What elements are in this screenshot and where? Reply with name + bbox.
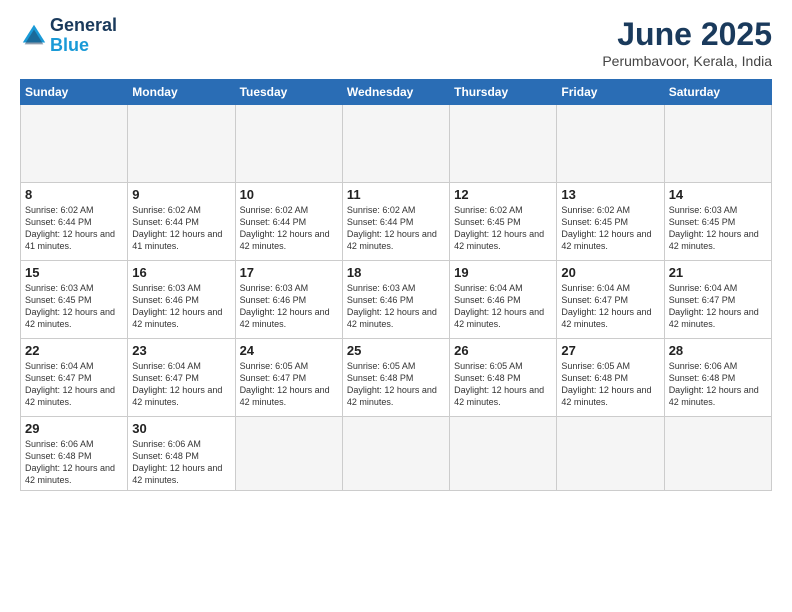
day-number: 9 xyxy=(132,187,230,202)
col-sunday: Sunday xyxy=(21,80,128,105)
day-number: 16 xyxy=(132,265,230,280)
table-row: 30 Sunrise: 6:06 AMSunset: 6:48 PMDayligh… xyxy=(128,417,235,491)
day-number: 24 xyxy=(240,343,338,358)
col-thursday: Thursday xyxy=(450,80,557,105)
col-saturday: Saturday xyxy=(664,80,771,105)
day-info: Sunrise: 6:02 AMSunset: 6:44 PMDaylight:… xyxy=(25,204,123,253)
table-row: 20 Sunrise: 6:04 AMSunset: 6:47 PMDayligh… xyxy=(557,261,664,339)
day-info: Sunrise: 6:04 AMSunset: 6:47 PMDaylight:… xyxy=(25,360,123,409)
day-number: 13 xyxy=(561,187,659,202)
table-row: 25 Sunrise: 6:05 AMSunset: 6:48 PMDayligh… xyxy=(342,339,449,417)
table-row: 29 Sunrise: 6:06 AMSunset: 6:48 PMDayligh… xyxy=(21,417,128,491)
table-row: 24 Sunrise: 6:05 AMSunset: 6:47 PMDayligh… xyxy=(235,339,342,417)
table-row: 23 Sunrise: 6:04 AMSunset: 6:47 PMDayligh… xyxy=(128,339,235,417)
header: General Blue June 2025 Perumbavoor, Kera… xyxy=(20,16,772,69)
table-row xyxy=(342,417,449,491)
day-number: 30 xyxy=(132,421,230,436)
day-info: Sunrise: 6:02 AMSunset: 6:44 PMDaylight:… xyxy=(240,204,338,253)
col-friday: Friday xyxy=(557,80,664,105)
table-row xyxy=(557,105,664,183)
table-row: 21 Sunrise: 6:04 AMSunset: 6:47 PMDayligh… xyxy=(664,261,771,339)
day-info: Sunrise: 6:06 AMSunset: 6:48 PMDaylight:… xyxy=(132,438,230,487)
table-row xyxy=(235,105,342,183)
day-info: Sunrise: 6:05 AMSunset: 6:47 PMDaylight:… xyxy=(240,360,338,409)
day-info: Sunrise: 6:05 AMSunset: 6:48 PMDaylight:… xyxy=(454,360,552,409)
col-monday: Monday xyxy=(128,80,235,105)
day-info: Sunrise: 6:05 AMSunset: 6:48 PMDaylight:… xyxy=(561,360,659,409)
day-number: 15 xyxy=(25,265,123,280)
day-info: Sunrise: 6:06 AMSunset: 6:48 PMDaylight:… xyxy=(669,360,767,409)
table-row: 26 Sunrise: 6:05 AMSunset: 6:48 PMDayligh… xyxy=(450,339,557,417)
table-row: 8 Sunrise: 6:02 AMSunset: 6:44 PMDaylight… xyxy=(21,183,128,261)
day-number: 28 xyxy=(669,343,767,358)
day-info: Sunrise: 6:02 AMSunset: 6:44 PMDaylight:… xyxy=(347,204,445,253)
table-row xyxy=(342,105,449,183)
table-row: 11 Sunrise: 6:02 AMSunset: 6:44 PMDayligh… xyxy=(342,183,449,261)
col-tuesday: Tuesday xyxy=(235,80,342,105)
logo-icon xyxy=(20,22,48,50)
table-row xyxy=(450,417,557,491)
table-row: 13 Sunrise: 6:02 AMSunset: 6:45 PMDayligh… xyxy=(557,183,664,261)
table-row xyxy=(235,417,342,491)
day-number: 21 xyxy=(669,265,767,280)
day-info: Sunrise: 6:03 AMSunset: 6:46 PMDaylight:… xyxy=(240,282,338,331)
day-info: Sunrise: 6:02 AMSunset: 6:45 PMDaylight:… xyxy=(561,204,659,253)
table-row: 14 Sunrise: 6:03 AMSunset: 6:45 PMDayligh… xyxy=(664,183,771,261)
day-info: Sunrise: 6:02 AMSunset: 6:45 PMDaylight:… xyxy=(454,204,552,253)
day-number: 11 xyxy=(347,187,445,202)
day-number: 19 xyxy=(454,265,552,280)
table-row: 19 Sunrise: 6:04 AMSunset: 6:46 PMDayligh… xyxy=(450,261,557,339)
calendar-table: Sunday Monday Tuesday Wednesday Thursday… xyxy=(20,79,772,491)
day-info: Sunrise: 6:03 AMSunset: 6:45 PMDaylight:… xyxy=(669,204,767,253)
day-number: 23 xyxy=(132,343,230,358)
day-number: 18 xyxy=(347,265,445,280)
day-info: Sunrise: 6:03 AMSunset: 6:46 PMDaylight:… xyxy=(132,282,230,331)
day-number: 25 xyxy=(347,343,445,358)
table-row xyxy=(128,105,235,183)
day-info: Sunrise: 6:04 AMSunset: 6:47 PMDaylight:… xyxy=(561,282,659,331)
logo: General Blue xyxy=(20,16,117,56)
day-number: 27 xyxy=(561,343,659,358)
day-number: 17 xyxy=(240,265,338,280)
day-number: 22 xyxy=(25,343,123,358)
day-number: 8 xyxy=(25,187,123,202)
table-row: 22 Sunrise: 6:04 AMSunset: 6:47 PMDayligh… xyxy=(21,339,128,417)
table-row xyxy=(664,105,771,183)
day-number: 26 xyxy=(454,343,552,358)
day-number: 12 xyxy=(454,187,552,202)
day-info: Sunrise: 6:04 AMSunset: 6:46 PMDaylight:… xyxy=(454,282,552,331)
day-info: Sunrise: 6:03 AMSunset: 6:46 PMDaylight:… xyxy=(347,282,445,331)
day-info: Sunrise: 6:02 AMSunset: 6:44 PMDaylight:… xyxy=(132,204,230,253)
day-info: Sunrise: 6:04 AMSunset: 6:47 PMDaylight:… xyxy=(132,360,230,409)
day-info: Sunrise: 6:04 AMSunset: 6:47 PMDaylight:… xyxy=(669,282,767,331)
day-number: 14 xyxy=(669,187,767,202)
table-row xyxy=(664,417,771,491)
day-info: Sunrise: 6:05 AMSunset: 6:48 PMDaylight:… xyxy=(347,360,445,409)
day-info: Sunrise: 6:03 AMSunset: 6:45 PMDaylight:… xyxy=(25,282,123,331)
table-row: 15 Sunrise: 6:03 AMSunset: 6:45 PMDayligh… xyxy=(21,261,128,339)
table-row: 16 Sunrise: 6:03 AMSunset: 6:46 PMDayligh… xyxy=(128,261,235,339)
table-row xyxy=(450,105,557,183)
page: General Blue June 2025 Perumbavoor, Kera… xyxy=(0,0,792,612)
day-number: 10 xyxy=(240,187,338,202)
location: Perumbavoor, Kerala, India xyxy=(602,53,772,69)
day-info: Sunrise: 6:06 AMSunset: 6:48 PMDaylight:… xyxy=(25,438,123,487)
table-row: 27 Sunrise: 6:05 AMSunset: 6:48 PMDayligh… xyxy=(557,339,664,417)
table-row xyxy=(557,417,664,491)
table-row: 17 Sunrise: 6:03 AMSunset: 6:46 PMDayligh… xyxy=(235,261,342,339)
table-row: 10 Sunrise: 6:02 AMSunset: 6:44 PMDayligh… xyxy=(235,183,342,261)
day-number: 29 xyxy=(25,421,123,436)
table-row: 9 Sunrise: 6:02 AMSunset: 6:44 PMDaylight… xyxy=(128,183,235,261)
logo-text: General Blue xyxy=(50,16,117,56)
month-title: June 2025 xyxy=(602,16,772,53)
table-row: 18 Sunrise: 6:03 AMSunset: 6:46 PMDayligh… xyxy=(342,261,449,339)
table-row: 12 Sunrise: 6:02 AMSunset: 6:45 PMDayligh… xyxy=(450,183,557,261)
header-row: Sunday Monday Tuesday Wednesday Thursday… xyxy=(21,80,772,105)
table-row xyxy=(21,105,128,183)
day-number: 20 xyxy=(561,265,659,280)
col-wednesday: Wednesday xyxy=(342,80,449,105)
title-block: June 2025 Perumbavoor, Kerala, India xyxy=(602,16,772,69)
table-row: 28 Sunrise: 6:06 AMSunset: 6:48 PMDayligh… xyxy=(664,339,771,417)
